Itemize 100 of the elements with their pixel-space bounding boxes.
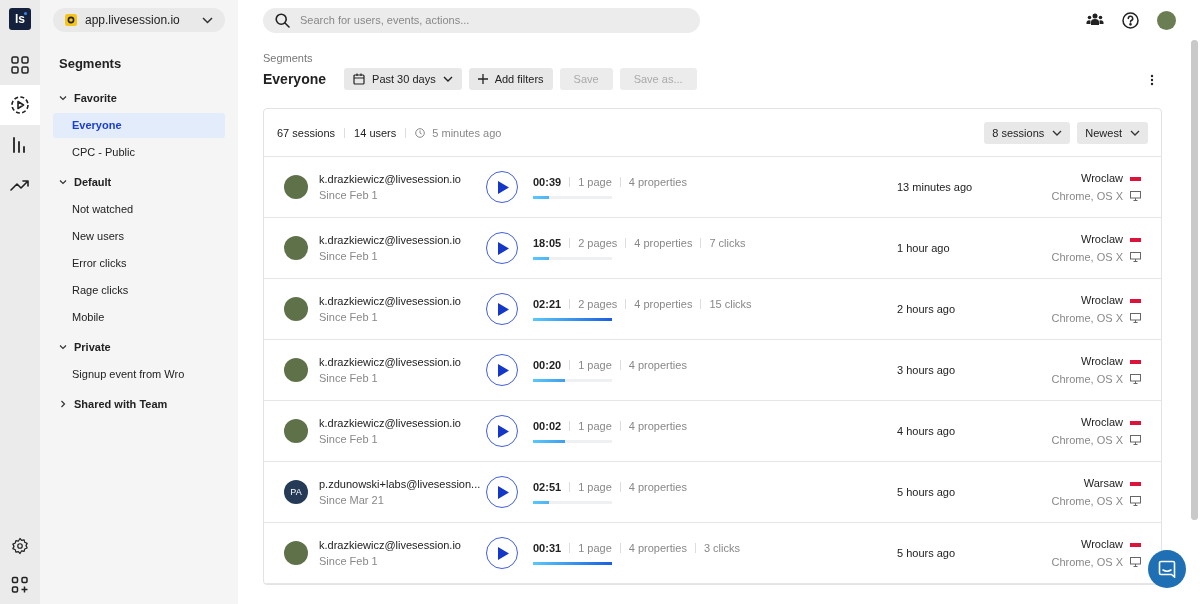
user-email[interactable]: p.zdunowski+labs@livesession... xyxy=(319,478,481,490)
desktop-icon xyxy=(1130,435,1141,445)
settings-icon[interactable] xyxy=(11,537,29,555)
sort-dropdown[interactable]: Newest xyxy=(1077,121,1148,144)
project-selector[interactable]: app.livesession.io xyxy=(53,8,225,32)
segment-item[interactable]: Mobile xyxy=(53,305,225,330)
help-icon[interactable] xyxy=(1122,11,1139,29)
flag-icon xyxy=(1130,296,1141,304)
flag-icon xyxy=(1130,235,1141,243)
user-email[interactable]: k.drazkiewicz@livesession.io xyxy=(319,234,461,246)
browser-os: Chrome, OS X xyxy=(1051,556,1123,568)
segment-item[interactable]: CPC - Public xyxy=(53,140,225,165)
avatar-photo-placeholder xyxy=(284,541,308,565)
group-toggle[interactable]: Default xyxy=(53,171,225,193)
session-time: 2 hours ago xyxy=(897,303,957,315)
user-email[interactable]: k.drazkiewicz@livesession.io xyxy=(319,539,461,551)
chevron-down-icon xyxy=(442,76,453,82)
chat-icon xyxy=(1158,560,1176,578)
play-icon xyxy=(498,424,509,438)
user-email[interactable]: k.drazkiewicz@livesession.io xyxy=(319,417,461,429)
app-logo[interactable]: ls xyxy=(9,8,31,30)
play-button[interactable] xyxy=(486,171,518,203)
first-seen: Since Feb 1 xyxy=(319,311,379,323)
session-stat: 7 clicks xyxy=(709,236,746,249)
add-filters-button[interactable]: Add filters xyxy=(468,68,553,90)
chevron-down-icon xyxy=(1130,129,1140,136)
session-time: 4 hours ago xyxy=(897,425,957,437)
desktop-icon xyxy=(1130,191,1141,201)
user-count: 14 users xyxy=(354,126,397,139)
add-widget-icon[interactable] xyxy=(11,576,29,594)
avatar-photo-placeholder xyxy=(284,419,308,443)
city: Wroclaw xyxy=(1081,172,1123,184)
play-button[interactable] xyxy=(486,293,518,325)
initials-avatar: PA xyxy=(284,480,308,504)
session-stat: 4 properties xyxy=(628,480,687,493)
plus-icon xyxy=(477,74,488,84)
scrollbar[interactable] xyxy=(1191,40,1198,520)
team-icon[interactable] xyxy=(1086,12,1104,28)
page-size-dropdown[interactable]: 8 sessions xyxy=(984,121,1071,144)
session-stat: 1 page xyxy=(578,358,612,371)
group-toggle[interactable]: Favorite xyxy=(53,87,225,109)
session-stat: 4 properties xyxy=(628,541,687,554)
play-button[interactable] xyxy=(486,537,518,569)
city: Wroclaw xyxy=(1081,416,1123,428)
segment-item[interactable]: Everyone xyxy=(53,113,225,138)
desktop-icon xyxy=(1130,496,1141,506)
city: Wroclaw xyxy=(1081,233,1123,245)
group-toggle[interactable]: Shared with Team xyxy=(53,393,225,415)
avatar-photo-placeholder xyxy=(284,175,308,199)
city: Wroclaw xyxy=(1081,538,1123,550)
rail-tab[interactable] xyxy=(0,85,40,125)
user-email[interactable]: k.drazkiewicz@livesession.io xyxy=(319,173,461,185)
play-icon xyxy=(498,363,509,377)
play-button[interactable] xyxy=(486,354,518,386)
segment-item[interactable]: Error clicks xyxy=(53,251,225,276)
flag-icon xyxy=(1130,540,1141,548)
calendar-icon xyxy=(353,73,366,85)
segment-item[interactable]: Rage clicks xyxy=(53,278,225,303)
session-stat: 4 properties xyxy=(634,236,693,249)
user-email[interactable]: k.drazkiewicz@livesession.io xyxy=(319,295,461,307)
play-icon xyxy=(498,241,509,255)
more-options-icon[interactable] xyxy=(1150,74,1154,86)
play-icon xyxy=(498,485,509,499)
chat-button[interactable] xyxy=(1148,550,1186,588)
play-button[interactable] xyxy=(486,415,518,447)
session-duration: 00:39 xyxy=(533,175,562,188)
session-duration: 00:31 xyxy=(533,541,562,554)
first-seen: Since Feb 1 xyxy=(319,555,379,567)
session-stat: 1 page xyxy=(578,541,612,554)
avatar-photo-placeholder xyxy=(284,236,308,260)
browser-os: Chrome, OS X xyxy=(1051,312,1123,324)
first-seen: Since Feb 1 xyxy=(319,250,379,262)
segment-item[interactable]: Not watched xyxy=(53,197,225,222)
flag-icon xyxy=(1130,174,1141,182)
user-email[interactable]: k.drazkiewicz@livesession.io xyxy=(319,356,461,368)
first-seen: Since Mar 21 xyxy=(319,494,385,506)
session-stat: 4 properties xyxy=(628,175,687,188)
segment-item[interactable]: New users xyxy=(53,224,225,249)
session-stat: 2 pages xyxy=(578,236,618,249)
session-stat: 3 clicks xyxy=(703,541,740,554)
session-time: 13 minutes ago xyxy=(897,181,974,193)
search-field[interactable]: Search for users, events, actions... xyxy=(263,7,700,33)
session-duration: 00:20 xyxy=(533,358,562,371)
user-avatar[interactable] xyxy=(1157,10,1176,30)
session-stat: 4 properties xyxy=(634,297,693,310)
project-icon xyxy=(65,14,77,26)
play-button[interactable] xyxy=(486,232,518,264)
date-range-dropdown[interactable]: Past 30 days xyxy=(344,68,462,90)
desktop-icon xyxy=(1130,252,1141,262)
flag-icon xyxy=(1130,418,1141,426)
browser-os: Chrome, OS X xyxy=(1051,434,1123,446)
session-stat: 1 page xyxy=(578,175,612,188)
updated-time: 5 minutes ago xyxy=(432,126,502,139)
session-stat: 1 page xyxy=(578,480,612,493)
session-count: 67 sessions xyxy=(277,126,336,139)
play-button[interactable] xyxy=(486,476,518,508)
segment-item[interactable]: Signup event from Wro xyxy=(53,362,225,387)
group-toggle[interactable]: Private xyxy=(53,336,225,358)
chevron-icon xyxy=(59,94,67,102)
session-time: 1 hour ago xyxy=(897,242,951,254)
